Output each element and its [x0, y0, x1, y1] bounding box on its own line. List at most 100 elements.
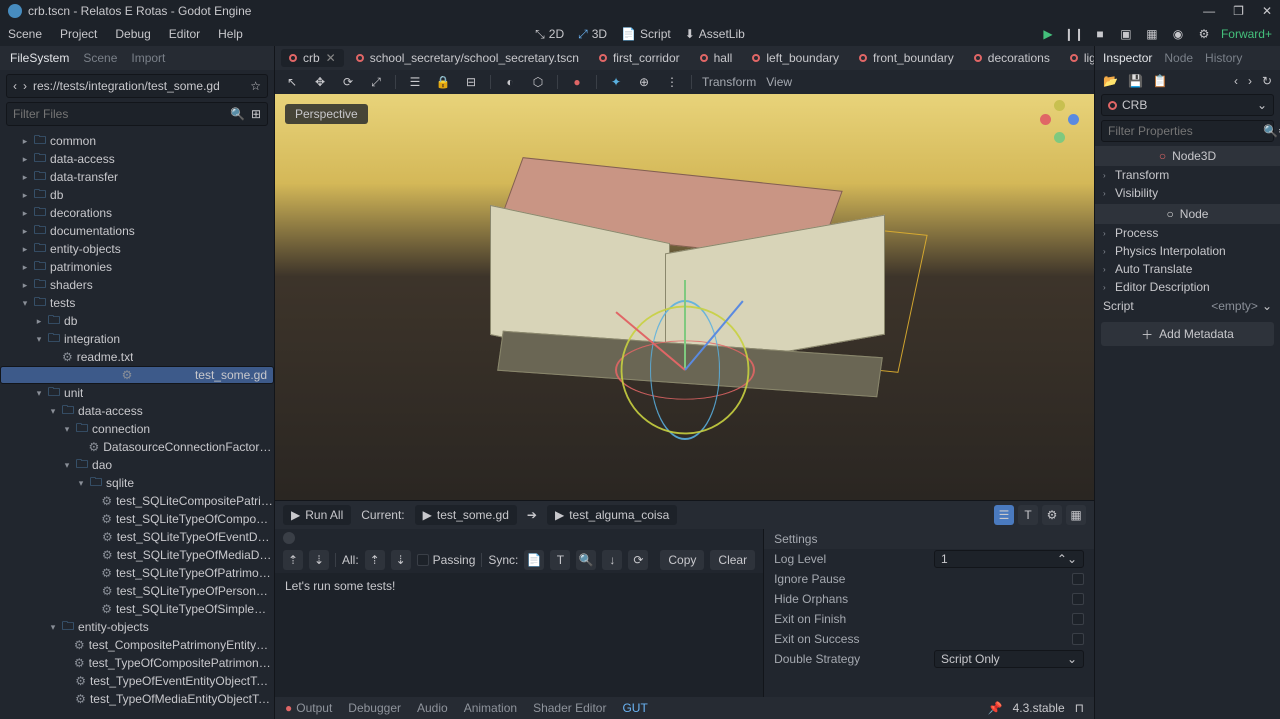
folder-item[interactable]: ▾🗀entity-objects [0, 618, 274, 636]
folder-item[interactable]: ▸🗀db [0, 312, 274, 330]
scene-tab[interactable]: school_secretary/school_secretary.tscn [348, 49, 587, 67]
origin-tool-icon[interactable]: ● [568, 73, 586, 91]
folder-item[interactable]: ▸🗀data-access [0, 150, 274, 168]
menu-help[interactable]: Help [218, 27, 243, 41]
file-item[interactable]: ⚙test_SQLiteTypeOfMediaDAOTest.gd [0, 546, 274, 564]
tab-node[interactable]: Node [1164, 51, 1193, 65]
output-tab[interactable]: Output [285, 701, 332, 715]
section-node3d[interactable]: ○Node3D [1095, 146, 1280, 166]
sync-search-icon[interactable]: 🔍 [576, 550, 596, 570]
local-space-icon[interactable]: ✦ [607, 73, 625, 91]
panel-btn-4[interactable]: ▦ [1066, 505, 1086, 525]
prop-auto-translate[interactable]: ›Auto Translate [1095, 260, 1280, 278]
render-settings-icon[interactable]: ⚙ [1195, 25, 1213, 43]
folder-item[interactable]: ▸🗀patrimonies [0, 258, 274, 276]
file-item[interactable]: ⚙test_TypeOfCompositePatrimonyEntityObj.… [0, 654, 274, 672]
scene-tab[interactable]: left_boundary [744, 49, 847, 67]
inspector-history-icon[interactable]: ↻ [1262, 74, 1272, 88]
panel-btn-2[interactable]: T [1018, 505, 1038, 525]
menu-editor[interactable]: Editor [169, 27, 200, 41]
expand-down-icon[interactable]: ⇣ [309, 550, 329, 570]
prop-physics[interactable]: ›Physics Interpolation [1095, 242, 1280, 260]
gut-tab[interactable]: GUT [622, 701, 647, 715]
exit-finish-checkbox[interactable] [1072, 613, 1084, 625]
inspector-open-icon[interactable]: 📂 [1103, 74, 1118, 88]
all-down-icon[interactable]: ⇣ [391, 550, 411, 570]
maximize-icon[interactable]: ❐ [1233, 4, 1244, 18]
prop-process[interactable]: ›Process [1095, 224, 1280, 242]
grid-snap-icon[interactable]: ⊕ [635, 73, 653, 91]
play-button[interactable]: ▶ [1039, 25, 1057, 43]
passing-checkbox[interactable] [417, 554, 429, 566]
ignore-pause-checkbox[interactable] [1072, 573, 1084, 585]
group-tool-icon[interactable]: ⊟ [462, 73, 480, 91]
folder-item[interactable]: ▸🗀db [0, 186, 274, 204]
workspace-2d[interactable]: ⤡ 2D [535, 27, 564, 42]
path-input[interactable] [33, 79, 244, 93]
minimize-icon[interactable]: — [1203, 4, 1215, 18]
shader-tab[interactable]: Shader Editor [533, 701, 606, 715]
file-tree[interactable]: ▸🗀common▸🗀data-access▸🗀data-transfer▸🗀db… [0, 130, 274, 719]
move-tool-icon[interactable]: ✥ [311, 73, 329, 91]
scene-tab[interactable]: lighting [1062, 49, 1094, 67]
transform-gizmo[interactable] [615, 300, 755, 440]
workspace-script[interactable]: 📄 Script [621, 27, 671, 42]
viewport-3d[interactable]: Perspective [275, 94, 1094, 500]
file-item[interactable]: ⚙test_SQLiteTypeOfEventDAOTest.gd [0, 528, 274, 546]
log-level-select[interactable]: 1⌃⌄ [934, 550, 1084, 568]
play-scene-button[interactable]: ▣ [1117, 25, 1135, 43]
search-icon[interactable]: 🔍 [1263, 124, 1278, 138]
file-item[interactable]: ⚙test_TypeOfMediaEntityObjectTest.gd [0, 690, 274, 708]
camera-icon[interactable]: ⋮ [663, 73, 681, 91]
tab-scene[interactable]: Scene [83, 51, 117, 65]
run-target-button[interactable]: ▶ test_alguma_coisa [547, 505, 677, 525]
folder-item[interactable]: ▾🗀dao [0, 456, 274, 474]
view-menu[interactable]: View [766, 75, 792, 89]
scale-tool-icon[interactable]: ⤢ [367, 73, 385, 91]
file-item[interactable]: ⚙test_SQLiteTypeOfSimplePatrimonyDA... [0, 600, 274, 618]
play-custom-button[interactable]: ▦ [1143, 25, 1161, 43]
collapse-icon[interactable]: ⊓ [1075, 701, 1084, 715]
tab-history[interactable]: History [1205, 51, 1242, 65]
renderer-label[interactable]: Forward+ [1221, 27, 1272, 41]
filter-files-input[interactable] [13, 107, 224, 121]
list-tool-icon[interactable]: ☰ [406, 73, 424, 91]
run-all-button[interactable]: ▶ Run All [283, 505, 351, 525]
sync-file-icon[interactable]: 📄 [524, 550, 544, 570]
menu-project[interactable]: Project [60, 27, 97, 41]
folder-item[interactable]: ▾🗀unit [0, 384, 274, 402]
file-item[interactable]: ⚙DatasourceConnectionFactoryTest.gd [0, 438, 274, 456]
transform-menu[interactable]: Transform [702, 75, 756, 89]
inspector-back-icon[interactable]: ‹ [1234, 74, 1238, 88]
scene-tab[interactable]: first_corridor [591, 49, 688, 67]
inspector-paste-icon[interactable]: 📋 [1153, 74, 1168, 88]
file-item[interactable]: ⚙test_TypeOfEventEntityObjectTest.gd [0, 672, 274, 690]
path-favorite-icon[interactable]: ☆ [250, 79, 261, 93]
search-icon[interactable]: 🔍 [230, 107, 245, 121]
pause-button[interactable]: ❙❙ [1065, 25, 1083, 43]
path-forward-icon[interactable]: › [23, 79, 27, 93]
section-node[interactable]: ○Node [1095, 204, 1280, 224]
file-item[interactable]: ⚙test_SQLiteTypeOfPatrimonyDAOTest.gd [0, 564, 274, 582]
perspective-label[interactable]: Perspective [285, 104, 368, 124]
workspace-3d[interactable]: ⤢ 3D [578, 27, 607, 42]
folder-item[interactable]: ▸🗀common [0, 132, 274, 150]
prop-transform[interactable]: ›Transform [1095, 166, 1280, 184]
folder-item[interactable]: ▾🗀connection [0, 420, 274, 438]
folder-item[interactable]: ▾🗀integration [0, 330, 274, 348]
node-select[interactable]: CRB⌄ [1101, 94, 1274, 116]
close-icon[interactable]: ✕ [1262, 4, 1272, 18]
folder-item[interactable]: ▸🗀entity-objects [0, 240, 274, 258]
run-current-button[interactable]: ▶ test_some.gd [415, 505, 517, 525]
inspector-save-icon[interactable]: 💾 [1128, 74, 1143, 88]
add-metadata-button[interactable]: ＋ Add Metadata [1101, 322, 1274, 346]
sync-down-icon[interactable]: ↓ [602, 550, 622, 570]
panel-btn-1[interactable]: ☰ [994, 505, 1014, 525]
folder-item[interactable]: ▸🗀data-transfer [0, 168, 274, 186]
hide-orphans-checkbox[interactable] [1072, 593, 1084, 605]
folder-item[interactable]: ▸🗀decorations [0, 204, 274, 222]
scene-tab[interactable]: crb✕ [281, 49, 344, 67]
expand-up-icon[interactable]: ⇡ [283, 550, 303, 570]
folder-item[interactable]: ▸🗀documentations [0, 222, 274, 240]
sync-refresh-icon[interactable]: ⟳ [628, 550, 648, 570]
